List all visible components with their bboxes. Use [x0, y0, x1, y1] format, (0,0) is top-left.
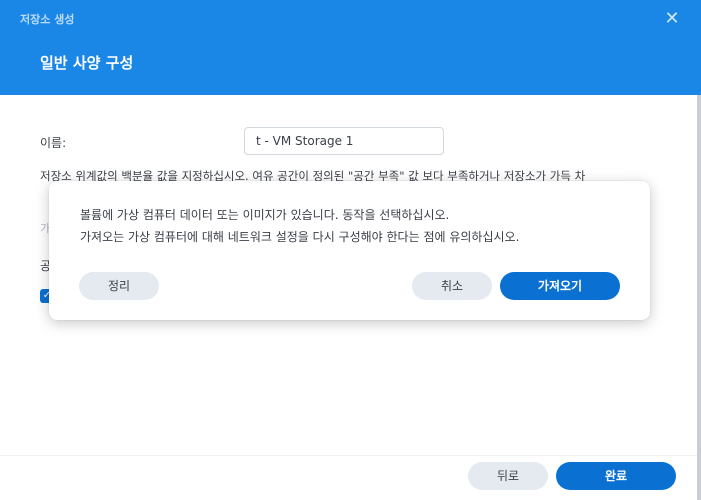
- close-icon[interactable]: ✕: [662, 8, 682, 30]
- cancel-button[interactable]: 취소: [412, 272, 492, 300]
- footer-divider: [0, 455, 697, 456]
- step-title: 일반 사양 구성: [40, 54, 134, 72]
- dialog-message: 볼륨에 가상 컴퓨터 데이터 또는 이미지가 있습니다. 동작을 선택하십시오.: [80, 208, 450, 222]
- back-button[interactable]: 뒤로: [468, 462, 548, 490]
- import-confirm-dialog: 볼륨에 가상 컴퓨터 데이터 또는 이미지가 있습니다. 동작을 선택하십시오.…: [49, 181, 650, 320]
- window-edge: [697, 95, 701, 500]
- name-label: 이름:: [40, 136, 67, 150]
- organize-button[interactable]: 정리: [79, 272, 159, 300]
- name-input[interactable]: [244, 127, 444, 155]
- finish-button[interactable]: 완료: [556, 462, 676, 490]
- dialog-header: 저장소 생성 ✕ 일반 사양 구성: [0, 0, 701, 95]
- window-title: 저장소 생성: [20, 13, 75, 26]
- dialog-note: 가져오는 가상 컴퓨터에 대해 네트워크 설정을 다시 구성해야 한다는 점에 …: [80, 230, 520, 244]
- import-button[interactable]: 가져오기: [500, 272, 620, 300]
